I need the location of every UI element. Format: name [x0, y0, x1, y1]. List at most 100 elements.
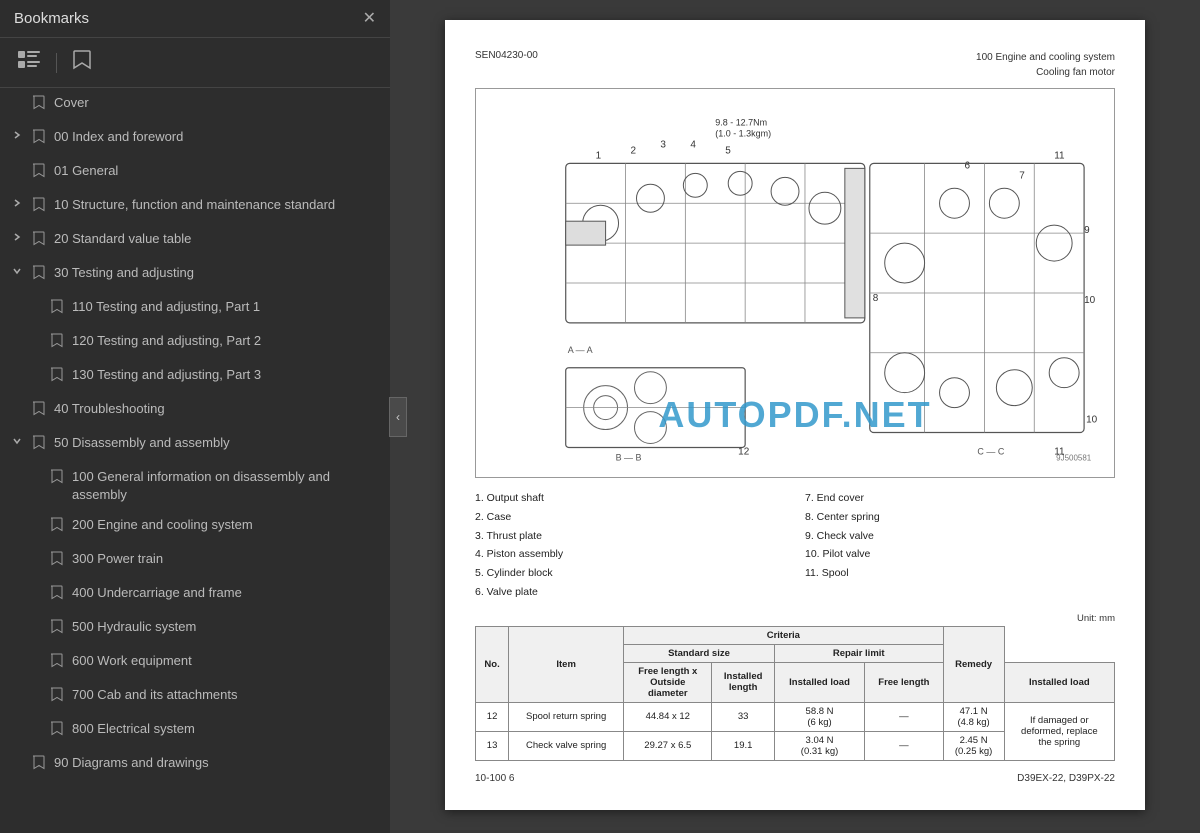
expand-arrow-20[interactable]	[12, 232, 28, 242]
sidebar-item-label-01: 01 General	[54, 162, 382, 180]
diagram-svg: 9.8 - 12.7Nm (1.0 - 1.3kgm) 1 2 3 4 5 6 …	[476, 89, 1114, 477]
sidebar-item-label-110: 110 Testing and adjusting, Part 1	[72, 298, 382, 316]
svg-text:9J500581: 9J500581	[1056, 453, 1092, 462]
bookmark-leaf-icon-110	[50, 299, 66, 317]
doc-header: SEN04230-00 100 Engine and cooling syste…	[475, 50, 1115, 80]
svg-text:2: 2	[631, 145, 637, 156]
sidebar-item-30[interactable]: 30 Testing and adjusting	[0, 258, 390, 292]
footer-page: 10-100 6	[475, 773, 514, 784]
sidebar-item-label-30: 30 Testing and adjusting	[54, 264, 382, 282]
sidebar-item-cover[interactable]: Cover	[0, 88, 390, 122]
sidebar-item-label-40: 40 Troubleshooting	[54, 400, 382, 418]
cell-remedy-12: If damaged ordeformed, replacethe spring	[1004, 702, 1114, 760]
doc-header-line1: 100 Engine and cooling system	[976, 50, 1115, 65]
bookmark-button[interactable]	[67, 46, 97, 79]
sidebar-item-90[interactable]: 90 Diagrams and drawings	[0, 748, 390, 782]
doc-ref-code: SEN04230-00	[475, 50, 538, 80]
sidebar-list: Cover 00 Index and foreword 01 General 10 S…	[0, 88, 390, 833]
bookmark-leaf-icon-300	[50, 551, 66, 569]
part-7: 7. End cover	[805, 490, 1115, 507]
diagram-box: 9.8 - 12.7Nm (1.0 - 1.3kgm) 1 2 3 4 5 6 …	[475, 88, 1115, 478]
sidebar-item-00[interactable]: 00 Index and foreword	[0, 122, 390, 156]
cell-item-13: Check valve spring	[509, 731, 624, 760]
page-container: AUTOPDF.NET SEN04230-00 100 Engine and c…	[390, 0, 1200, 833]
list-view-icon	[18, 51, 40, 74]
sidebar-close-button[interactable]: ✕	[363, 11, 376, 27]
unit-label: Unit: mm	[475, 613, 1115, 624]
sidebar-item-110[interactable]: 110 Testing and adjusting, Part 1	[0, 292, 390, 326]
svg-text:8: 8	[873, 293, 879, 304]
cell-il-13: 19.1	[712, 731, 774, 760]
expand-arrow-00[interactable]	[12, 130, 28, 140]
bookmark-leaf-icon-10	[32, 197, 48, 215]
sidebar-item-40[interactable]: 40 Troubleshooting	[0, 394, 390, 428]
table-row-12: 12 Spool return spring 44.84 x 12 33 58.…	[476, 702, 1115, 731]
sidebar-item-label-800: 800 Electrical system	[72, 720, 382, 738]
sidebar-collapse-button[interactable]: ‹	[389, 397, 407, 437]
bookmark-leaf-icon-00	[32, 129, 48, 147]
sidebar-item-130[interactable]: 130 Testing and adjusting, Part 3	[0, 360, 390, 394]
sidebar: Bookmarks ✕	[0, 0, 390, 833]
cell-no-13: 13	[476, 731, 509, 760]
svg-text:3: 3	[660, 139, 666, 150]
svg-text:11: 11	[1054, 150, 1065, 161]
doc-footer: 10-100 6 D39EX-22, D39PX-22	[475, 773, 1115, 784]
sidebar-item-50[interactable]: 50 Disassembly and assembly	[0, 428, 390, 462]
sidebar-toolbar	[0, 38, 390, 88]
sidebar-item-label-300: 300 Power train	[72, 550, 382, 568]
sidebar-item-20[interactable]: 20 Standard value table	[0, 224, 390, 258]
specs-table: No. Item Criteria Remedy Standard size R…	[475, 626, 1115, 761]
sidebar-title: Bookmarks	[14, 10, 89, 27]
svg-text:9: 9	[1084, 225, 1090, 236]
bookmark-leaf-icon-30	[32, 265, 48, 283]
bookmark-icon	[73, 50, 91, 75]
bookmark-leaf-icon-400	[50, 585, 66, 603]
cell-load-repair-12: 47.1 N(4.8 kg)	[943, 702, 1004, 731]
part-6: 6. Valve plate	[475, 584, 785, 601]
svg-text:6: 6	[964, 160, 970, 171]
parts-list: 1. Output shaft 7. End cover 2. Case 8. …	[475, 490, 1115, 601]
sidebar-item-600[interactable]: 600 Work equipment	[0, 646, 390, 680]
view-mode-button[interactable]	[12, 47, 46, 78]
sidebar-item-400[interactable]: 400 Undercarriage and frame	[0, 578, 390, 612]
part-4: 4. Piston assembly	[475, 546, 785, 563]
sidebar-item-800[interactable]: 800 Electrical system	[0, 714, 390, 748]
sidebar-item-10[interactable]: 10 Structure, function and maintenance s…	[0, 190, 390, 224]
sidebar-item-200[interactable]: 200 Engine and cooling system	[0, 510, 390, 544]
expand-arrow-30[interactable]	[12, 266, 28, 276]
svg-text:9.8 - 12.7Nm: 9.8 - 12.7Nm	[715, 117, 767, 127]
sidebar-item-01[interactable]: 01 General	[0, 156, 390, 190]
sidebar-item-700[interactable]: 700 Cab and its attachments	[0, 680, 390, 714]
part-3: 3. Thrust plate	[475, 528, 785, 545]
sidebar-header: Bookmarks ✕	[0, 0, 390, 38]
sidebar-item-500[interactable]: 500 Hydraulic system	[0, 612, 390, 646]
sidebar-item-300[interactable]: 300 Power train	[0, 544, 390, 578]
sidebar-item-label-00: 00 Index and foreword	[54, 128, 382, 146]
sidebar-item-label-700: 700 Cab and its attachments	[72, 686, 382, 704]
main-content: ‹ AUTOPDF.NET SEN04230-00 100 Engine and…	[390, 0, 1200, 833]
sidebar-item-120[interactable]: 120 Testing and adjusting, Part 2	[0, 326, 390, 360]
expand-arrow-10[interactable]	[12, 198, 28, 208]
part-10: 10. Pilot valve	[805, 546, 1115, 563]
sidebar-item-label-600: 600 Work equipment	[72, 652, 382, 670]
doc-header-right: 100 Engine and cooling system Cooling fa…	[976, 50, 1115, 80]
sidebar-item-label-200: 200 Engine and cooling system	[72, 516, 382, 534]
bookmark-leaf-icon-500	[50, 619, 66, 637]
table-header-standard: Standard size	[624, 644, 775, 662]
table-header-criteria: Criteria	[624, 626, 943, 644]
sidebar-item-label-50: 50 Disassembly and assembly	[54, 434, 382, 452]
svg-text:7: 7	[1019, 170, 1025, 181]
bookmark-leaf-icon-50	[32, 435, 48, 453]
doc-header-line2: Cooling fan motor	[976, 65, 1115, 80]
bookmark-leaf-icon-100sub	[50, 469, 66, 487]
bookmark-leaf-icon-40	[32, 401, 48, 419]
table-header-installed-length: Installedlength	[712, 662, 774, 702]
part-1: 1. Output shaft	[475, 490, 785, 507]
cell-fl-repair-12: —	[865, 702, 943, 731]
sidebar-item-100sub[interactable]: 100 General information on disassembly a…	[0, 462, 390, 510]
bookmark-leaf-icon-130	[50, 367, 66, 385]
expand-arrow-50[interactable]	[12, 436, 28, 446]
svg-text:B — B: B — B	[616, 452, 642, 462]
sidebar-item-label-10: 10 Structure, function and maintenance s…	[54, 196, 382, 214]
bookmark-leaf-icon-200	[50, 517, 66, 535]
